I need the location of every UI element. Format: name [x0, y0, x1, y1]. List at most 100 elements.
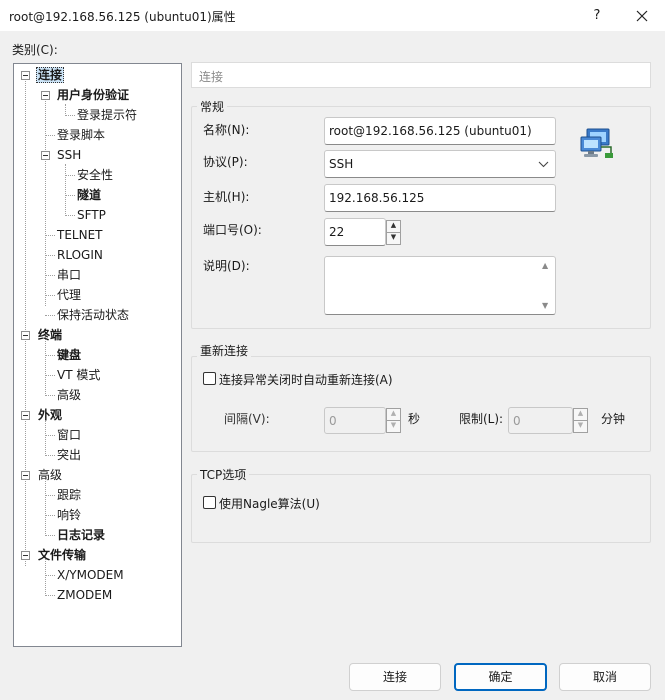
name-field[interactable]: root@192.168.56.125 (ubuntu01)	[324, 117, 556, 145]
interval-spinner[interactable]: ▲ ▼	[386, 408, 401, 433]
tree-item-ssh[interactable]: SSH	[57, 147, 81, 163]
tree-line	[65, 175, 75, 176]
tree-line	[45, 375, 55, 376]
host-label: 主机(H):	[203, 190, 250, 204]
title-bar: root@192.168.56.125 (ubuntu01)属性 ?	[0, 0, 665, 31]
tree-line	[45, 476, 46, 536]
tree-item-terminal[interactable]: 终端	[38, 327, 62, 343]
tree-item-security[interactable]: 安全性	[77, 167, 113, 183]
tree-item-connection[interactable]: 连接	[36, 67, 65, 83]
limit-spinner[interactable]: ▲ ▼	[573, 408, 588, 433]
collapse-icon[interactable]	[21, 471, 30, 480]
description-label: 说明(D):	[203, 259, 250, 273]
description-scrollbar[interactable]: ▲ ▼	[539, 258, 554, 313]
section-heading: 连接	[191, 62, 651, 88]
tree-item-auth[interactable]: 用户身份验证	[57, 87, 129, 103]
tree-item-file-transfer[interactable]: 文件传输	[38, 547, 86, 563]
spin-down-icon[interactable]: ▼	[387, 421, 400, 433]
protocol-value: SSH	[329, 157, 354, 171]
port-label: 端口号(O):	[203, 223, 262, 237]
spin-up-icon[interactable]: ▲	[387, 409, 400, 421]
tree-line	[45, 455, 55, 456]
help-button[interactable]: ?	[583, 4, 611, 28]
auto-reconnect-label[interactable]: 连接异常关闭时自动重新连接(A)	[219, 371, 393, 388]
spin-up-icon[interactable]: ▲	[387, 221, 400, 233]
tree-item-serial[interactable]: 串口	[57, 267, 81, 283]
tree-item-trace[interactable]: 跟踪	[57, 487, 81, 503]
tree-line	[25, 76, 26, 566]
tree-item-highlight[interactable]: 突出	[57, 447, 81, 463]
host-field[interactable]: 192.168.56.125	[324, 184, 556, 212]
tree-item-telnet[interactable]: TELNET	[57, 227, 103, 243]
tree-line	[45, 575, 55, 576]
tree-line	[65, 115, 75, 116]
protocol-select[interactable]: SSH	[324, 150, 556, 178]
tree-item-appearance[interactable]: 外观	[38, 407, 62, 423]
computer-network-icon	[578, 127, 614, 161]
spin-down-icon[interactable]: ▼	[387, 233, 400, 245]
tree-item-login-prompt[interactable]: 登录提示符	[77, 107, 137, 123]
reconnect-group-title: 重新连接	[197, 342, 252, 359]
window-title: root@192.168.56.125 (ubuntu01)属性	[9, 10, 236, 24]
tree-line	[45, 336, 46, 396]
tree-item-advanced[interactable]: 高级	[38, 467, 62, 483]
tree-line	[45, 355, 55, 356]
tree-line	[65, 215, 75, 216]
collapse-icon[interactable]	[21, 71, 30, 80]
cancel-button[interactable]: 取消	[559, 663, 651, 691]
category-label: 类别(C):	[12, 43, 58, 57]
collapse-icon[interactable]	[41, 91, 50, 100]
scroll-down-icon[interactable]: ▼	[542, 301, 548, 310]
tree-item-login-script[interactable]: 登录脚本	[57, 127, 105, 143]
tree-line	[45, 395, 55, 396]
tree-item-bell[interactable]: 响铃	[57, 507, 81, 523]
description-field[interactable]: ▲ ▼	[324, 256, 556, 315]
tree-item-proxy[interactable]: 代理	[57, 287, 81, 303]
tree-item-tunnel[interactable]: 隧道	[77, 187, 101, 203]
tree-item-keepalive[interactable]: 保持活动状态	[57, 307, 129, 323]
tree-line	[45, 435, 55, 436]
section-heading-text: 连接	[199, 70, 224, 84]
tree-item-rlogin[interactable]: RLOGIN	[57, 247, 103, 263]
interval-unit: 秒	[408, 412, 421, 426]
nagle-label[interactable]: 使用Nagle算法(U)	[219, 495, 320, 512]
interval-label: 间隔(V):	[224, 412, 270, 426]
tree-line	[65, 195, 75, 196]
port-field[interactable]: 22	[324, 218, 386, 246]
tree-line	[45, 295, 55, 296]
tcp-group-title: TCP选项	[197, 466, 250, 483]
ok-button[interactable]: 确定	[454, 663, 547, 691]
collapse-icon[interactable]	[21, 551, 30, 560]
scroll-up-icon[interactable]: ▲	[542, 261, 548, 270]
tree-item-keyboard[interactable]: 键盘	[57, 347, 81, 363]
chevron-down-icon	[538, 151, 549, 187]
collapse-icon[interactable]	[41, 151, 50, 160]
category-tree[interactable]: 连接 用户身份验证 登录提示符 登录脚本 SSH 安全性 隧道 SFTP TEL…	[13, 63, 182, 647]
tree-item-zmodem[interactable]: ZMODEM	[57, 587, 112, 603]
interval-field[interactable]: 0	[324, 407, 386, 434]
tree-line	[45, 235, 55, 236]
auto-reconnect-checkbox[interactable]	[203, 372, 216, 385]
port-spinner[interactable]: ▲ ▼	[386, 220, 401, 245]
collapse-icon[interactable]	[21, 411, 30, 420]
spin-down-icon[interactable]: ▼	[574, 421, 587, 433]
limit-field[interactable]: 0	[508, 407, 573, 434]
tree-item-window[interactable]: 窗口	[57, 427, 81, 443]
tree-item-sftp[interactable]: SFTP	[77, 207, 106, 223]
tree-item-vt-mode[interactable]: VT 模式	[57, 367, 100, 383]
tree-line	[45, 515, 55, 516]
protocol-label: 协议(P):	[203, 155, 248, 169]
tree-item-terminal-advanced[interactable]: 高级	[57, 387, 81, 403]
collapse-icon[interactable]	[21, 331, 30, 340]
nagle-checkbox[interactable]	[203, 496, 216, 509]
tree-item-logging[interactable]: 日志记录	[57, 527, 105, 543]
tree-line	[45, 135, 55, 136]
close-button[interactable]	[627, 4, 657, 28]
limit-unit: 分钟	[601, 412, 626, 426]
name-label: 名称(N):	[203, 123, 250, 137]
spin-up-icon[interactable]: ▲	[574, 409, 587, 421]
tree-line	[65, 164, 66, 216]
connect-button[interactable]: 连接	[349, 663, 441, 691]
tree-item-xymodem[interactable]: X/YMODEM	[57, 567, 124, 583]
tree-line	[45, 315, 55, 316]
